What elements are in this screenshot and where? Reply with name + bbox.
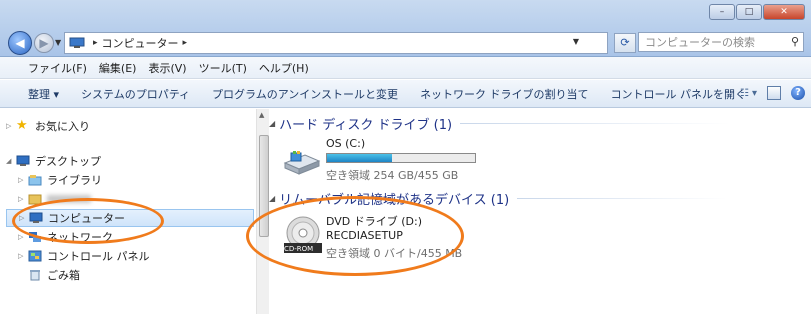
group-header-hard-disk[interactable]: ◢ ハード ディスク ドライブ (1) bbox=[269, 114, 731, 133]
hard-drive-icon bbox=[283, 149, 321, 178]
recycle-bin-icon bbox=[28, 269, 42, 281]
help-icon[interactable]: ? bbox=[791, 86, 805, 100]
drive-name: OS (C:) bbox=[326, 137, 366, 150]
content-pane: ◢ ハード ディスク ドライブ (1) OS (C:) 空き領域 254 GB/… bbox=[269, 109, 811, 314]
nav-item-favorites[interactable]: ▷ ★ お気に入り bbox=[6, 117, 90, 135]
menu-tools[interactable]: ツール(T) bbox=[199, 60, 247, 76]
history-dropdown-icon[interactable]: ▼ bbox=[55, 38, 61, 47]
search-input[interactable]: コンピューターの検索 ⚲ bbox=[638, 32, 804, 52]
cd-rom-badge: CD-ROM bbox=[284, 245, 314, 253]
organize-button[interactable]: 整理 ▾ bbox=[28, 86, 59, 102]
view-controls: ☷ ▾ ? bbox=[740, 86, 805, 100]
preview-pane-icon[interactable] bbox=[767, 86, 781, 100]
expand-arrow-icon[interactable]: ▷ bbox=[18, 176, 28, 184]
nav-item-user[interactable]: ▷ bbox=[18, 190, 91, 208]
search-placeholder: コンピューターの検索 bbox=[645, 36, 755, 49]
nav-label: コンピューター bbox=[48, 212, 125, 225]
star-icon: ★ bbox=[16, 118, 28, 133]
system-properties-button[interactable]: システムのプロパティ bbox=[81, 86, 190, 102]
window-controls: – □ ✕ bbox=[709, 4, 805, 20]
open-control-panel-button[interactable]: コントロール パネルを開く bbox=[611, 86, 747, 102]
drive-volume-label: RECDIASETUP bbox=[326, 229, 403, 242]
collapse-arrow-icon[interactable]: ◢ bbox=[6, 157, 16, 165]
drive-free-space: 空き領域 0 バイト/455 MB bbox=[326, 247, 463, 260]
nav-label: デスクトップ bbox=[35, 155, 101, 168]
collapse-arrow-icon[interactable]: ◢ bbox=[269, 194, 275, 203]
menu-edit[interactable]: 編集(E) bbox=[99, 60, 137, 76]
expand-arrow-icon[interactable]: ▷ bbox=[19, 214, 29, 222]
uninstall-program-button[interactable]: プログラムのアンインストールと変更 bbox=[212, 86, 398, 102]
nav-item-network[interactable]: ▷ ネットワーク bbox=[18, 228, 113, 246]
navigation-pane: ▷ ★ お気に入り ◢ デスクトップ ▷ ライブラリ ▷ ▷ コンピューター ▷ bbox=[0, 109, 256, 314]
menu-bar: ファイル(F) 編集(E) 表示(V) ツール(T) ヘルプ(H) bbox=[0, 57, 811, 79]
expand-arrow-icon[interactable]: ▷ bbox=[18, 233, 28, 241]
nav-item-recycle-bin[interactable]: ごみ箱 bbox=[28, 266, 80, 284]
maximize-button[interactable]: □ bbox=[736, 4, 762, 20]
group-header-label: リムーバブル記憶域があるデバイス (1) bbox=[279, 193, 510, 208]
close-button[interactable]: ✕ bbox=[763, 4, 805, 20]
expand-arrow-icon[interactable]: ▷ bbox=[6, 122, 16, 130]
user-folder-icon bbox=[28, 193, 42, 205]
drive-name: DVD ドライブ (D:) bbox=[326, 215, 423, 228]
nav-label: ライブラリ bbox=[47, 174, 102, 187]
breadcrumb-arrow-icon[interactable]: ▸ bbox=[93, 38, 98, 48]
breadcrumb-computer[interactable]: コンピューター bbox=[102, 35, 179, 51]
group-header-removable[interactable]: ◢ リムーバブル記憶域があるデバイス (1) bbox=[269, 189, 728, 208]
address-dropdown-icon[interactable]: ▼ bbox=[573, 37, 579, 46]
address-bar[interactable]: ▸ コンピューター ▸ ▼ bbox=[64, 32, 608, 54]
scroll-thumb[interactable] bbox=[259, 135, 269, 237]
search-icon[interactable]: ⚲ bbox=[791, 35, 799, 48]
network-icon bbox=[28, 231, 42, 243]
drive-usage-fill bbox=[327, 154, 393, 162]
change-view-icon[interactable]: ☷ ▾ bbox=[740, 88, 757, 99]
expand-arrow-icon[interactable]: ▷ bbox=[18, 195, 28, 203]
back-button[interactable]: ◀ bbox=[8, 31, 32, 55]
title-bar: – □ ✕ ◀ ▶ ▼ ▸ コンピューター ▸ ▼ ⟳ コンピューターの検索 ⚲ bbox=[0, 0, 811, 57]
nav-label: お気に入り bbox=[35, 120, 90, 133]
control-panel-icon bbox=[28, 250, 42, 262]
group-divider bbox=[460, 123, 731, 124]
refresh-button[interactable]: ⟳ bbox=[614, 33, 636, 53]
computer-icon bbox=[69, 37, 85, 49]
command-bar: 整理 ▾ システムのプロパティ プログラムのアンインストールと変更 ネットワーク… bbox=[0, 80, 811, 108]
nav-item-computer[interactable]: ▷ コンピューター bbox=[6, 209, 254, 227]
menu-file[interactable]: ファイル(F) bbox=[28, 60, 87, 76]
minimize-button[interactable]: – bbox=[709, 4, 735, 20]
nav-scrollbar[interactable]: ▲ bbox=[256, 109, 270, 314]
breadcrumb-arrow-icon[interactable]: ▸ bbox=[183, 38, 188, 48]
computer-icon bbox=[29, 212, 43, 224]
nav-label: ごみ箱 bbox=[47, 269, 80, 282]
nav-label: コントロール パネル bbox=[47, 250, 150, 263]
group-divider bbox=[517, 198, 728, 199]
menu-view[interactable]: 表示(V) bbox=[148, 60, 186, 76]
drive-usage-bar bbox=[326, 153, 476, 163]
group-header-label: ハード ディスク ドライブ (1) bbox=[279, 118, 453, 133]
nav-label: ネットワーク bbox=[47, 231, 113, 244]
scroll-up-icon[interactable]: ▲ bbox=[259, 111, 264, 119]
nav-label bbox=[47, 195, 91, 203]
collapse-arrow-icon[interactable]: ◢ bbox=[269, 119, 275, 128]
nav-item-libraries[interactable]: ▷ ライブラリ bbox=[18, 171, 102, 189]
expand-arrow-icon[interactable]: ▷ bbox=[18, 252, 28, 260]
forward-button[interactable]: ▶ bbox=[34, 33, 54, 53]
menu-help[interactable]: ヘルプ(H) bbox=[259, 60, 309, 76]
nav-item-control-panel[interactable]: ▷ コントロール パネル bbox=[18, 247, 150, 265]
nav-item-desktop[interactable]: ◢ デスクトップ bbox=[6, 152, 101, 170]
library-icon bbox=[28, 174, 42, 186]
map-network-drive-button[interactable]: ネットワーク ドライブの割り当て bbox=[420, 86, 589, 102]
desktop-icon bbox=[16, 155, 30, 167]
drive-free-space: 空き領域 254 GB/455 GB bbox=[326, 169, 459, 182]
